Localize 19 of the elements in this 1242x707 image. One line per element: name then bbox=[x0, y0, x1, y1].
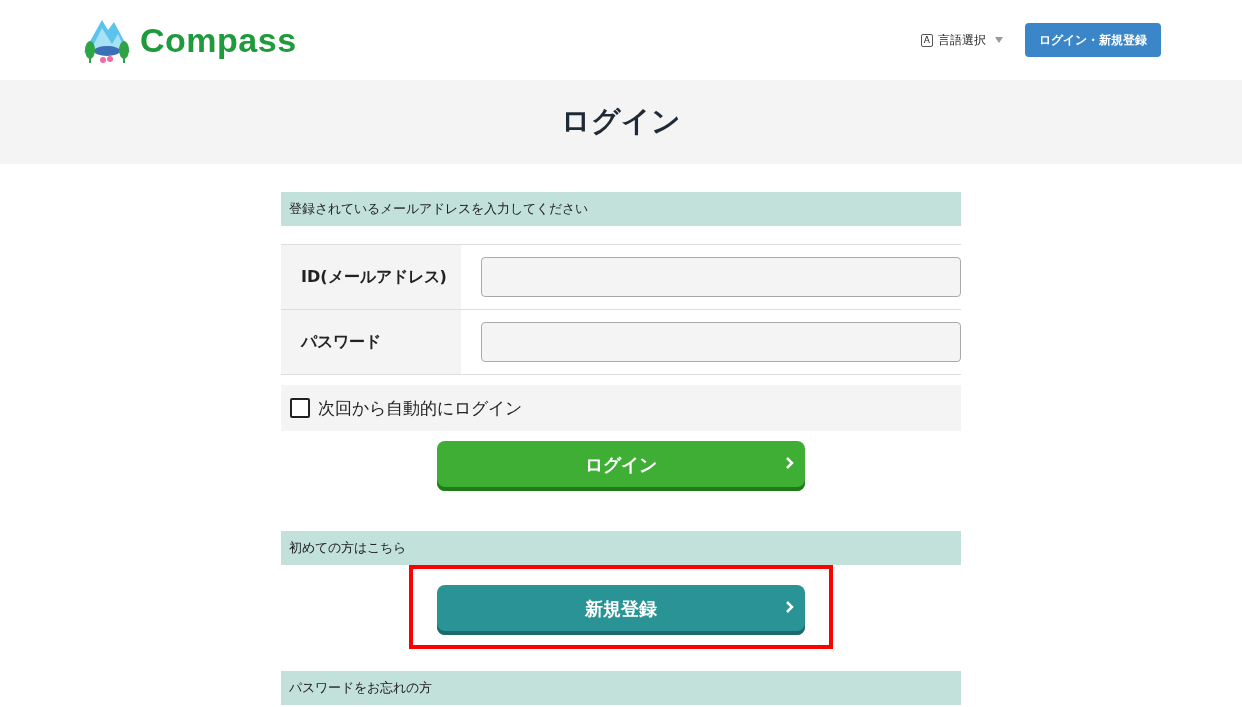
dropdown-caret-icon[interactable] bbox=[995, 37, 1003, 43]
section-header: パスワードをお忘れの方 bbox=[281, 671, 961, 705]
input-field[interactable] bbox=[481, 257, 961, 297]
logo-text[interactable]: Compass bbox=[140, 20, 297, 60]
language-icon[interactable]: A bbox=[920, 33, 933, 47]
login-register-button[interactable]: ログイン・新規登録 bbox=[1025, 23, 1161, 57]
field-label: パスワード bbox=[281, 310, 461, 374]
register-button[interactable]: 新規登録 bbox=[437, 585, 805, 635]
chevron-icon bbox=[785, 600, 795, 614]
chevron-icon bbox=[785, 456, 795, 470]
checkbox[interactable] bbox=[290, 398, 310, 418]
checkbox-label[interactable]: 次回から自動的にログイン bbox=[318, 396, 522, 420]
field-label: ID(メールアドレス) bbox=[281, 245, 461, 309]
input-field[interactable] bbox=[481, 322, 961, 362]
page-title: ログイン bbox=[561, 103, 681, 140]
section-header: 初めての方はこちら bbox=[281, 531, 961, 565]
login-button[interactable]: ログイン bbox=[437, 441, 805, 491]
section-header: 登録されているメールアドレスを入力してください bbox=[281, 192, 961, 226]
language-select[interactable]: 言語選択 bbox=[938, 31, 986, 49]
